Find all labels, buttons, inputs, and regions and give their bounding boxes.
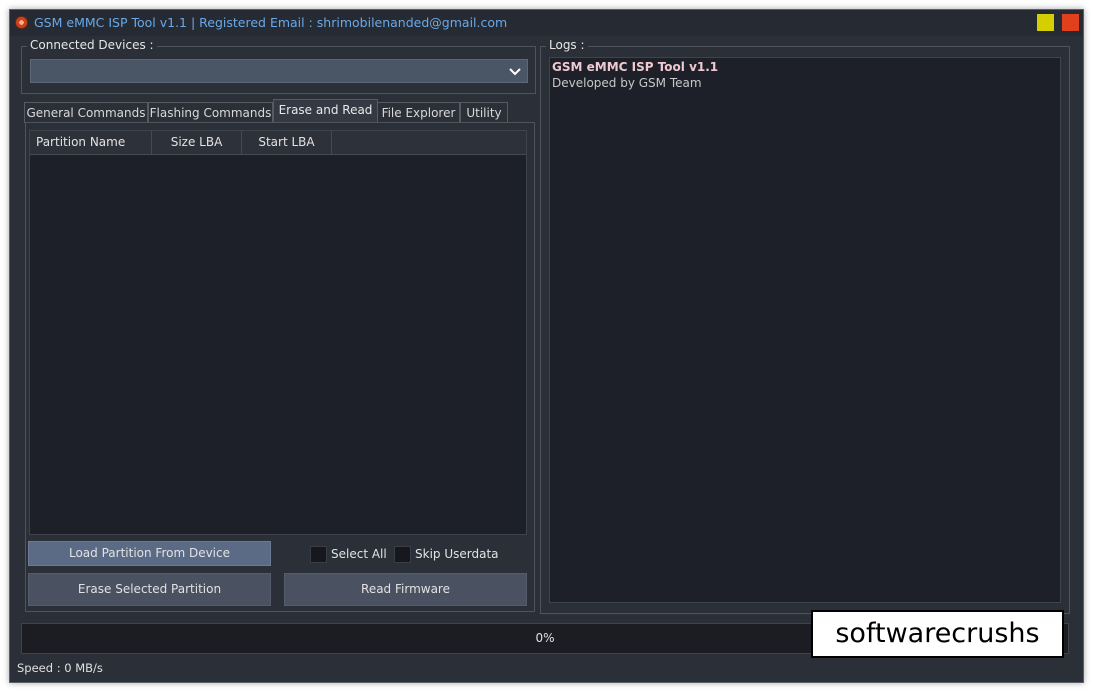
skip-userdata-checkbox-wrap[interactable]: Skip Userdata [394,545,499,563]
select-all-checkbox[interactable] [310,545,327,563]
column-start-lba[interactable]: Start LBA [242,131,332,154]
tab-utility[interactable]: Utility [460,102,508,123]
logs-label: Logs : [546,38,588,52]
app-logo-icon [15,16,28,29]
app-window: GSM eMMC ISP Tool v1.1 | Registered Emai… [9,9,1084,683]
watermark-logo: softwarecrushs [811,610,1064,658]
tab-flashing-commands[interactable]: Flashing Commands [148,102,273,123]
column-partition-name[interactable]: Partition Name [30,131,152,154]
partition-list-header: Partition Name Size LBA Start LBA [30,131,526,155]
minimize-button[interactable] [1037,14,1054,31]
log-line-developer: Developed by GSM Team [552,76,702,90]
log-line-title: GSM eMMC ISP Tool v1.1 [552,60,719,74]
load-partition-button[interactable]: Load Partition From Device [28,541,271,566]
erase-selected-partition-button[interactable]: Erase Selected Partition [28,573,271,606]
skip-userdata-checkbox[interactable] [394,545,411,563]
logs-output[interactable]: GSM eMMC ISP Tool v1.1 Developed by GSM … [549,57,1061,603]
column-size-lba[interactable]: Size LBA [152,131,242,154]
chevron-down-icon [509,68,521,76]
device-select-dropdown[interactable] [30,59,528,83]
speed-status: Speed : 0 MB/s [17,661,103,675]
tab-erase-and-read[interactable]: Erase and Read [273,99,378,123]
select-all-checkbox-wrap[interactable]: Select All [310,545,387,563]
close-button[interactable] [1062,14,1079,31]
tab-file-explorer[interactable]: File Explorer [377,102,460,123]
connected-devices-label: Connected Devices : [27,38,157,52]
skip-userdata-label: Skip Userdata [415,547,499,561]
read-firmware-button[interactable]: Read Firmware [284,573,527,606]
select-all-label: Select All [331,547,387,561]
title-bar: GSM eMMC ISP Tool v1.1 | Registered Emai… [10,10,1083,36]
partition-list[interactable]: Partition Name Size LBA Start LBA [29,130,527,535]
tab-general-commands[interactable]: General Commands [24,102,148,123]
window-title: GSM eMMC ISP Tool v1.1 | Registered Emai… [34,15,508,30]
